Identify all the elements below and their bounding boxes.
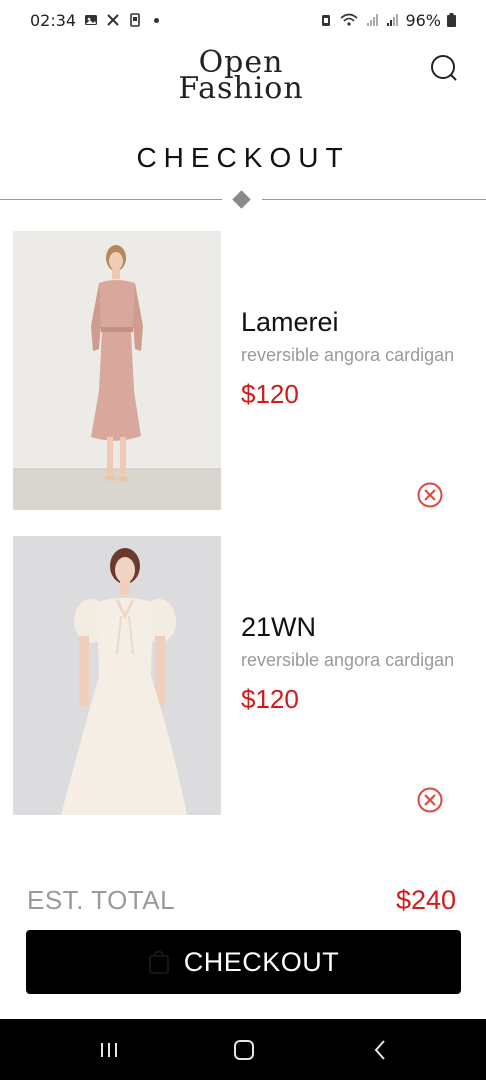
remove-item-button[interactable] [416, 481, 444, 509]
checkout-button-label: CHECKOUT [183, 946, 340, 977]
gallery-icon [85, 15, 98, 25]
shopping-bag-icon [148, 950, 169, 974]
product-photo-pink-dress [13, 231, 221, 510]
battery-percent: 96% [405, 10, 441, 30]
page-title: CHECKOUT [136, 142, 350, 173]
status-bar: 02:34 96% [0, 0, 486, 40]
remove-circle-icon [417, 482, 443, 508]
screenshot-icon [130, 13, 140, 27]
cart-item: 21WN reversible angora cardigan $120 [0, 536, 486, 816]
search-button[interactable] [428, 52, 460, 84]
est-total-label: EST. TOTAL [27, 885, 176, 915]
system-nav-bar [0, 1019, 486, 1080]
product-image[interactable] [13, 536, 221, 815]
checkout-button[interactable]: CHECKOUT [26, 930, 461, 994]
signal-icon-1 [367, 14, 379, 26]
item-price: $120 [241, 684, 299, 714]
item-description: reversible angora cardigan [241, 345, 455, 365]
item-brand[interactable]: Lamerei [241, 307, 339, 338]
item-brand[interactable]: 21WN [241, 612, 316, 643]
recent-apps-icon [101, 1043, 117, 1057]
divider-diamond-icon [232, 190, 251, 209]
back-button[interactable] [366, 1037, 396, 1063]
product-photo-white-dress [13, 536, 221, 815]
status-right: 96% [319, 11, 456, 30]
signal-icon-2 [387, 14, 399, 26]
back-icon [374, 1040, 385, 1060]
brand-logo[interactable]: Open Fashion [176, 48, 306, 110]
data-saver-icon [322, 15, 331, 26]
item-description: reversible angora cardigan [241, 650, 455, 670]
battery-icon [447, 13, 456, 27]
status-left: 02:34 [30, 10, 160, 30]
remove-circle-icon [417, 787, 443, 813]
home-button[interactable] [229, 1037, 259, 1063]
logo-line-2: Fashion [178, 71, 304, 106]
recent-apps-button[interactable] [94, 1037, 124, 1063]
app-header: Open Fashion [0, 44, 486, 114]
remove-item-button[interactable] [416, 786, 444, 814]
title-divider-right [262, 199, 486, 200]
search-icon [431, 55, 457, 81]
title-divider-left [0, 199, 222, 200]
home-icon [234, 1040, 254, 1060]
product-image[interactable] [13, 231, 221, 510]
item-price: $120 [241, 379, 299, 409]
x-app-icon [107, 14, 119, 26]
notification-dot-icon [154, 17, 160, 23]
status-time: 02:34 [30, 10, 77, 30]
est-total-value: $240 [396, 885, 457, 915]
cart-item: Lamerei reversible angora cardigan $120 [0, 231, 486, 511]
wifi-icon [340, 13, 358, 26]
